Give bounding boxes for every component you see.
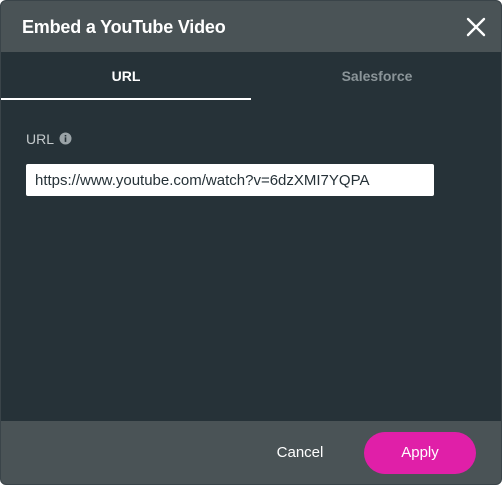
close-icon (466, 17, 486, 37)
url-input[interactable] (26, 164, 434, 196)
dialog-title: Embed a YouTube Video (22, 17, 226, 37)
tab-url[interactable]: URL (1, 52, 251, 100)
url-field-label: URL (26, 131, 55, 147)
dialog-footer: Cancel Apply (1, 421, 501, 484)
dialog-header: Embed a YouTube Video (1, 1, 501, 52)
info-icon[interactable] (59, 132, 72, 145)
close-button[interactable] (463, 14, 489, 40)
cancel-button[interactable]: Cancel (265, 432, 335, 474)
embed-youtube-dialog: Embed a YouTube Video URL Salesforce URL… (0, 0, 502, 485)
tab-bar: URL Salesforce (1, 52, 501, 100)
apply-button[interactable]: Apply (364, 432, 476, 474)
tab-salesforce[interactable]: Salesforce (251, 52, 501, 100)
